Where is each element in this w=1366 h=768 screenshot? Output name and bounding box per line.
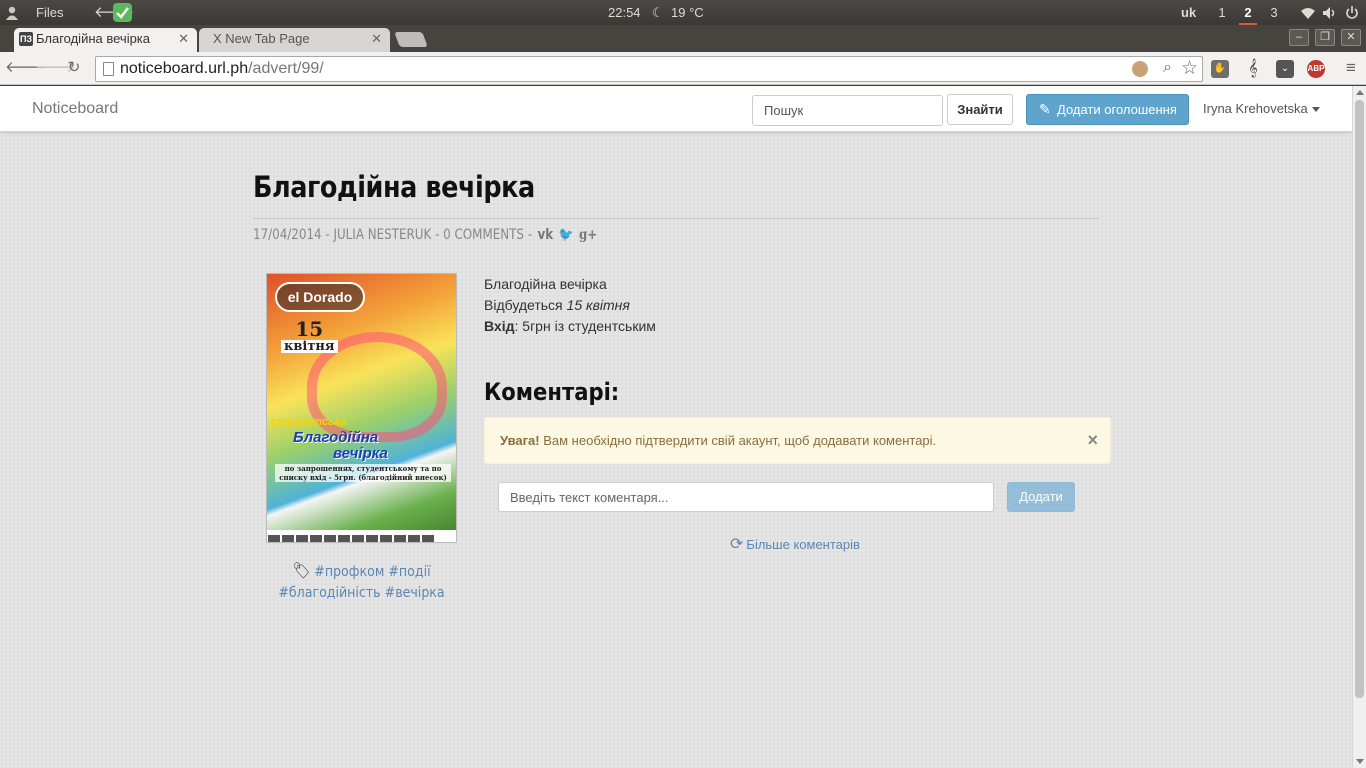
scroll-down-icon[interactable] (1356, 759, 1364, 764)
weather-temperature[interactable]: 19 °C (671, 0, 704, 25)
camera-blocked-icon[interactable] (1132, 61, 1148, 77)
address-bar[interactable]: noticeboard.url.ph/advert/99/ ⌕ ☆ (95, 56, 1203, 82)
post-tags: 🏷 #профком #події #благодійність #вечірка (276, 560, 448, 604)
menu-icon[interactable]: ≡ (1341, 58, 1361, 78)
alert-message: Вам необхідно підтвердити свій акаунт, щ… (539, 433, 937, 448)
post-comments-count-link[interactable]: 0 COMMENTS (443, 227, 524, 243)
keyboard-layout-indicator[interactable]: uk (1181, 0, 1196, 25)
wifi-icon[interactable] (1300, 0, 1316, 25)
twitter-share-icon[interactable]: 🐦 (559, 227, 574, 243)
check-shield-icon[interactable] (112, 2, 133, 27)
google-plus-share-icon[interactable]: g+ (579, 227, 597, 243)
workspace-2[interactable]: 2 (1239, 0, 1257, 25)
new-tab-button[interactable] (394, 32, 428, 47)
comment-input[interactable] (498, 482, 994, 512)
abp-icon[interactable]: ABP (1307, 60, 1325, 78)
tag-link[interactable]: #події (388, 564, 430, 580)
title-divider (253, 218, 1099, 219)
post-title: Благодійна вечірка (253, 170, 535, 204)
close-window-button[interactable]: ✕ (1341, 29, 1361, 46)
user-menu-dropdown[interactable]: Iryna Krehovetska (1203, 86, 1320, 132)
os-top-panel: Files 🡐 22:54 ☾ 19 °C uk 1 2 3 (0, 0, 1366, 25)
forward-icon[interactable]: 🡒 (35, 58, 75, 78)
post-meta: 17/04/2014 - JULIA NESTERUK - 0 COMMENTS… (253, 227, 598, 243)
power-icon[interactable] (1345, 0, 1359, 25)
browser-tab-strip: ПЗ Благодійна вечірка ✕ X New Tab Page ✕… (0, 25, 1366, 52)
pencil-icon: ✎ (1039, 101, 1051, 117)
tags-icon: 🏷 (292, 561, 311, 580)
caret-down-icon (1311, 107, 1320, 113)
poster-headline: Благодійна вечірка (293, 429, 388, 462)
url-text[interactable]: noticeboard.url.ph/advert/99/ (120, 57, 324, 81)
add-advert-button[interactable]: ✎ Додати оголошення (1026, 94, 1189, 125)
comments-heading: Коментарі: (484, 378, 620, 406)
favicon-x-icon: X (213, 31, 222, 46)
site-navbar: Noticeboard Знайти ✎ Додати оголошення I… (0, 86, 1352, 132)
body-line: Відбудеться 15 квітня (484, 297, 630, 313)
tab-new-tab-page[interactable]: X New Tab Page ✕ (199, 28, 390, 52)
browser-toolbar: 🡐 🡒 ↻ noticeboard.url.ph/advert/99/ ⌕ ☆ … (0, 52, 1366, 85)
back-icon[interactable]: 🡐 (5, 58, 45, 78)
user-icon[interactable] (4, 0, 20, 25)
clock[interactable]: 22:54 (608, 0, 641, 25)
reload-icon[interactable]: ↻ (64, 58, 84, 78)
user-name: Iryna Krehovetska (1203, 101, 1308, 116)
search-input[interactable] (752, 95, 943, 126)
tab-active[interactable]: ПЗ Благодійна вечірка ✕ (14, 28, 197, 52)
refresh-icon: ⟳ (730, 536, 744, 553)
tag-link[interactable]: #вечірка (385, 585, 445, 601)
files-app-label[interactable]: Files (36, 0, 63, 25)
tag-link[interactable]: #благодійність (278, 585, 380, 601)
site-brand-link[interactable]: Noticeboard (32, 86, 118, 132)
search-button[interactable]: Знайти (947, 94, 1013, 125)
body-line: Вхід: 5грн із студентським (484, 318, 656, 334)
add-advert-label: Додати оголошення (1057, 102, 1177, 117)
workspace-3[interactable]: 3 (1265, 0, 1283, 25)
extension-hand-icon[interactable]: ✋ (1211, 60, 1229, 78)
post-date: 17/04/2014 (253, 227, 322, 243)
minimize-window-button[interactable]: – (1289, 29, 1309, 46)
poster-date: 15 квітня (281, 318, 338, 353)
scroll-up-icon[interactable] (1356, 90, 1364, 95)
restore-window-button[interactable]: ❐ (1315, 29, 1335, 46)
post-author-link[interactable]: JULIA NESTERUK (333, 227, 431, 243)
warning-alert: Увага! Вам необхідно підтвердити свій ак… (484, 417, 1111, 464)
alert-title: Увага! (500, 433, 540, 448)
zoom-icon[interactable]: ⌕ (1163, 59, 1172, 77)
alert-close-icon[interactable]: × (1087, 418, 1098, 463)
advert-poster-image[interactable]: el Dorado 15 квітня студентська Благодій… (266, 273, 457, 543)
post-body: Благодійна вечірка Відбудеться 15 квітня… (484, 274, 656, 337)
body-line: Благодійна вечірка (484, 276, 607, 292)
bookmark-star-icon[interactable]: ☆ (1181, 57, 1198, 80)
more-comments-link[interactable]: ⟳ Більше коментарів (730, 534, 860, 554)
poster-kicker: студентська (271, 416, 347, 428)
poster-small-print: по запрошеннях, студентському та по спис… (275, 464, 451, 482)
volume-icon[interactable] (1322, 0, 1338, 25)
page-scrollbar[interactable] (1352, 86, 1366, 768)
poster-sponsor-strip (267, 530, 456, 542)
add-comment-button[interactable]: Додати (1007, 482, 1075, 512)
pocket-icon[interactable]: ⌄ (1276, 60, 1294, 78)
tab-title: Благодійна вечірка (36, 31, 151, 46)
poster-logo: el Dorado (275, 282, 365, 312)
tab-close-icon[interactable]: ✕ (371, 28, 382, 50)
tab-title: New Tab Page (225, 31, 310, 46)
workspace-1[interactable]: 1 (1213, 0, 1231, 25)
moon-icon: ☾ (652, 5, 664, 20)
page-viewport: Noticeboard Знайти ✎ Додати оголошення I… (0, 86, 1352, 768)
tab-close-icon[interactable]: ✕ (178, 28, 189, 50)
vk-share-icon[interactable]: vk (538, 227, 554, 243)
extension-music-icon[interactable]: 𝄞 (1244, 60, 1262, 78)
page-icon (103, 62, 114, 76)
favicon-icon: ПЗ (19, 32, 33, 46)
scrollbar-thumb[interactable] (1355, 100, 1364, 698)
tag-link[interactable]: #профком (314, 564, 384, 580)
more-comments-label: Більше коментарів (746, 537, 860, 552)
